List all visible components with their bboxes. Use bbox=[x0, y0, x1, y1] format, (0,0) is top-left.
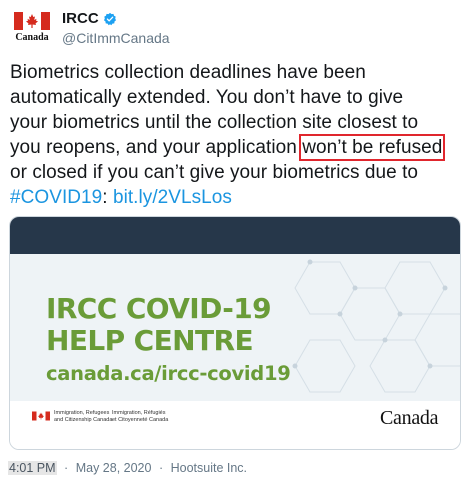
hashtag-link[interactable]: #COVID19 bbox=[10, 187, 102, 208]
tweet-colon: : bbox=[102, 187, 113, 208]
tweet-line: Biometrics collection deadlines have bee… bbox=[10, 62, 366, 83]
verified-badge-icon bbox=[103, 12, 116, 26]
card-title: IRCC COVID-19 HELP CENTRE bbox=[46, 292, 272, 357]
tweet-source[interactable]: Hootsuite Inc. bbox=[171, 461, 247, 475]
card-title-line: HELP CENTRE bbox=[46, 324, 254, 357]
card-image: IRCC COVID-19 HELP CENTRE canada.ca/ircc… bbox=[10, 254, 460, 401]
display-name[interactable]: IRCC bbox=[62, 10, 170, 28]
card-banner bbox=[10, 217, 460, 254]
display-name-text[interactable]: IRCC bbox=[62, 10, 99, 28]
tweet-line-text: you reopens, and your application bbox=[10, 137, 303, 158]
department-line: Immigration, Refugees bbox=[54, 410, 110, 416]
separator: · bbox=[64, 461, 69, 475]
tweet-line: your biometrics until the collection sit… bbox=[10, 112, 419, 133]
tweet-metadata: 4:01 PM · May 28, 2020 · Hootsuite Inc. bbox=[8, 461, 247, 475]
department-name-fr: Immigration, Réfugiés et Citoyenneté Can… bbox=[112, 410, 168, 423]
tweet-time[interactable]: 4:01 PM bbox=[8, 461, 57, 475]
department-line: et Citoyenneté Canada bbox=[112, 416, 169, 423]
canada-flag-icon bbox=[32, 411, 50, 421]
tweet-header: Canada IRCC @CitImmCanada bbox=[10, 10, 460, 50]
tweet-line: or closed if you can’t give your biometr… bbox=[10, 162, 419, 183]
tweet-line: #COVID19: bit.ly/2VLsLos bbox=[10, 185, 462, 210]
department-line: and Citizenship Canada bbox=[54, 416, 113, 423]
separator: · bbox=[158, 461, 164, 475]
canada-wordmark: Canada bbox=[380, 407, 439, 429]
link-card[interactable]: IRCC COVID-19 HELP CENTRE canada.ca/ircc… bbox=[9, 216, 461, 450]
card-title-line: IRCC COVID-19 bbox=[46, 292, 272, 325]
avatar[interactable]: Canada bbox=[10, 10, 54, 50]
tweet-date[interactable]: May 28, 2020 bbox=[76, 461, 152, 475]
short-url-link[interactable]: bit.ly/2VLsLos bbox=[113, 187, 232, 208]
highlighted-phrase: won’t be refused bbox=[299, 134, 446, 161]
avatar-wordmark: Canada bbox=[15, 32, 49, 43]
canada-flag-icon bbox=[14, 12, 50, 30]
tweet-text: Biometrics collection deadlines have bee… bbox=[10, 60, 462, 210]
card-footer: Immigration, Refugees and Citizenship Ca… bbox=[10, 401, 460, 449]
tweet-line: you reopens, and your application won’t … bbox=[10, 134, 462, 161]
tweet-line: automatically extended. You don’t have t… bbox=[10, 87, 404, 108]
department-line: Immigration, Réfugiés bbox=[112, 410, 166, 416]
department-name-en: Immigration, Refugees and Citizenship Ca… bbox=[54, 410, 112, 423]
account-names: IRCC @CitImmCanada bbox=[62, 10, 170, 47]
card-url: canada.ca/ircc-covid19 bbox=[46, 362, 291, 385]
account-handle[interactable]: @CitImmCanada bbox=[62, 29, 170, 47]
